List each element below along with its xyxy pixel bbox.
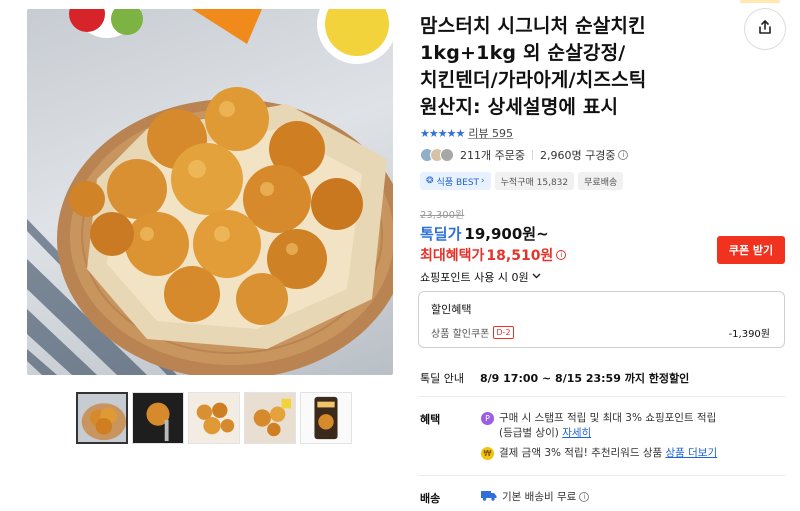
benefit-reward-text: 결제 금액 3% 적립! 추천리워드 상품 상품 더보기 [499, 446, 717, 461]
viewers-count: 2,960명 구경중 [539, 149, 616, 162]
rating-row: ★★★★★ 리뷰 595 [420, 125, 513, 141]
benefit-stamp-text: 구매 시 스탬프 적립 및 최대 3% 쇼핑포인트 적립 (등급별 상이) 자세… [499, 411, 716, 441]
orders-count: 211개 주문중 [460, 149, 525, 162]
discount-item: 상품 할인쿠폰 D-2 [431, 325, 514, 340]
dday-badge: D-2 [493, 326, 514, 339]
info-icon[interactable]: i [579, 491, 590, 502]
thumbnail-2[interactable] [132, 392, 184, 444]
share-button[interactable] [744, 8, 786, 50]
product-title: 맘스터치 시그니처 순살치킨 1kg+1kg 외 순살강정/ 치킨텐더/가라아게… [420, 15, 647, 118]
details-link[interactable]: 자세히 [562, 427, 591, 439]
info-icon[interactable]: i [618, 150, 629, 160]
thumbnail-3[interactable] [188, 392, 240, 444]
section-divider [418, 475, 786, 476]
buyer-avatars [420, 148, 454, 162]
shipping-label: 배송 [420, 492, 441, 505]
original-price: 23,300원 [420, 210, 465, 221]
discount-benefit-box: 할인혜택 상품 할인쿠폰 D-2 -1,390원 [418, 291, 785, 348]
benefit-line2: 결제 금액 3% 적립! 추천리워드 상품 [499, 447, 663, 459]
badge-icon: ❂ [426, 176, 434, 186]
thumbnail-4[interactable] [244, 392, 296, 444]
tag-list: ❂ 식품 BEST › 누적구매 15,832 무료배송 [420, 172, 624, 190]
tag-free-shipping: 무료배송 [578, 172, 624, 190]
thumbnail-1[interactable] [76, 392, 128, 444]
deal-info-label: 톡딜 안내 [420, 372, 464, 385]
top-accent-bar [740, 0, 780, 3]
discount-title: 할인혜택 [431, 303, 472, 316]
won-coin-icon: ₩ [481, 447, 494, 460]
rating-stars: ★★★★★ [420, 126, 465, 140]
discount-amount: -1,390원 [728, 329, 770, 340]
tag-label: 식품 BEST [436, 177, 480, 188]
benefit-stamp-item: P 구매 시 스탬프 적립 및 최대 3% 쇼핑포인트 적립 (등급별 상이) … [481, 411, 716, 441]
deal-price-value: 19,900원~ [464, 225, 549, 243]
chevron-right-icon: › [481, 176, 485, 186]
product-main-image [27, 9, 393, 375]
max-benefit-row: 최대혜택가 18,510원 i [420, 245, 567, 265]
benefit-line1b: (등급별 상이) [499, 427, 559, 439]
more-products-link[interactable]: 상품 더보기 [665, 447, 717, 459]
point-icon: P [481, 412, 494, 425]
deal-price-row: 톡딜가 19,900원~ [420, 223, 549, 244]
chevron-down-icon [532, 272, 541, 282]
section-divider [418, 396, 786, 397]
benefit-reward-item: ₩ 결제 금액 3% 적립! 추천리워드 상품 상품 더보기 [481, 446, 717, 461]
max-benefit-label: 최대혜택가 [420, 248, 485, 264]
shopping-point-toggle[interactable]: 쇼핑포인트 사용 시 0원 [420, 269, 541, 285]
shipping-row: 기본 배송비 무료 i [481, 489, 590, 504]
max-benefit-price: 18,510원 [486, 248, 554, 264]
divider [531, 150, 533, 160]
shopping-point-text: 쇼핑포인트 사용 시 0원 [420, 271, 529, 284]
share-icon [757, 19, 773, 39]
info-icon[interactable]: i [556, 250, 567, 260]
thumbnail-5[interactable] [300, 392, 352, 444]
deal-price-label: 톡딜가 [420, 225, 462, 243]
avatar [440, 148, 454, 162]
coupon-download-button[interactable]: 쿠폰 받기 [717, 236, 785, 264]
buyers-row: 211개 주문중 2,960명 구경중 i [420, 147, 629, 163]
discount-item-label: 상품 할인쿠폰 [431, 329, 490, 340]
shipping-text: 기본 배송비 무료 [502, 491, 577, 503]
benefit-line1: 구매 시 스탬프 적립 및 최대 3% 쇼핑포인트 적립 [499, 412, 717, 424]
tag-cumulative-purchase: 누적구매 15,832 [494, 172, 575, 190]
deal-info-row: 톡딜 안내 8/9 17:00 ~ 8/15 23:59 까지 한정할인 [420, 370, 689, 386]
benefit-label: 혜택 [420, 413, 441, 426]
deal-info-text: 8/9 17:00 ~ 8/15 23:59 까지 한정할인 [480, 372, 690, 385]
review-count-link[interactable]: 리뷰 595 [468, 125, 513, 141]
tag-food-best[interactable]: ❂ 식품 BEST › [420, 172, 491, 190]
truck-icon [481, 490, 497, 504]
thumbnail-strip [76, 392, 352, 444]
